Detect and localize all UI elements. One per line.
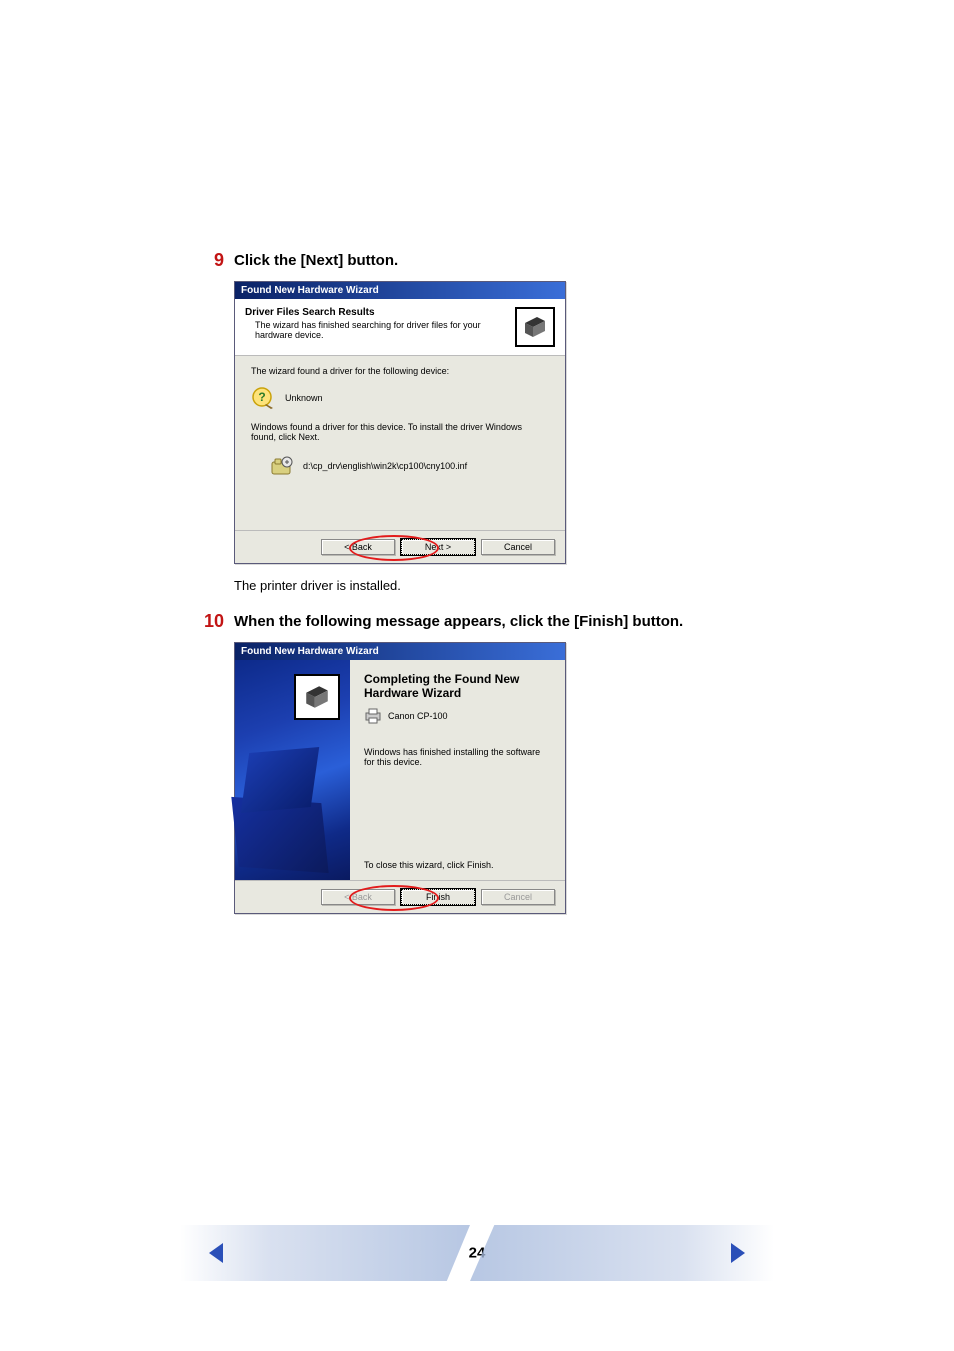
inf-file-icon — [271, 456, 293, 476]
prev-page-button[interactable] — [205, 1241, 225, 1265]
back-button-label: < Back — [344, 542, 372, 552]
back-button-2-label: < Back — [344, 892, 372, 902]
wizard-dialog-driver-results: Found New Hardware Wizard Driver Files S… — [234, 281, 566, 564]
unknown-device-icon: ? — [251, 386, 275, 410]
wizard-dialog-completing: Found New Hardware Wizard Completing the… — [234, 642, 566, 914]
next-button-label: Next > — [425, 542, 451, 552]
inf-path: d:\cp_drv\english\win2k\cp100\cny100.inf — [303, 461, 467, 471]
wizard-found-driver-line: Windows found a driver for this device. … — [251, 422, 549, 442]
cancel-button-2-label: Cancel — [504, 892, 532, 902]
next-button[interactable]: Next > — [401, 539, 475, 555]
step-9-result: The printer driver is installed. — [234, 578, 760, 593]
step-title-10: When the following message appears, clic… — [234, 611, 683, 630]
wizard-side-graphic — [235, 660, 350, 880]
wizard-header-subtitle: The wizard has finished searching for dr… — [255, 320, 515, 340]
wizard-titlebar: Found New Hardware Wizard — [235, 282, 565, 299]
next-page-button[interactable] — [729, 1241, 749, 1265]
step-number-9: 9 — [200, 250, 224, 271]
cancel-button-2: Cancel — [481, 889, 555, 905]
hardware-icon — [515, 307, 555, 347]
wizard2-close-hint: To close this wizard, click Finish. — [364, 860, 494, 870]
printer-icon — [364, 707, 382, 725]
wizard-header-title: Driver Files Search Results — [245, 307, 515, 318]
arrow-right-icon — [729, 1241, 749, 1265]
arrow-left-icon — [205, 1241, 225, 1265]
wizard2-title: Completing the Found New Hardware Wizard — [364, 672, 551, 701]
wizard2-message: Windows has finished installing the soft… — [364, 747, 551, 767]
finish-button[interactable]: Finish — [401, 889, 475, 905]
finish-button-label: Finish — [426, 892, 450, 902]
cancel-button[interactable]: Cancel — [481, 539, 555, 555]
step-number-10: 10 — [200, 611, 224, 632]
back-button[interactable]: < Back — [321, 539, 395, 555]
svg-text:?: ? — [258, 390, 265, 404]
wizard2-device-name: Canon CP-100 — [388, 711, 448, 721]
wizard-found-line: The wizard found a driver for the follow… — [251, 366, 549, 376]
wizard2-titlebar: Found New Hardware Wizard — [235, 643, 565, 660]
hardware-icon — [294, 674, 340, 720]
cancel-button-label: Cancel — [504, 542, 532, 552]
page-footer: 24 — [0, 1225, 954, 1281]
step-title-9: Click the [Next] button. — [234, 250, 398, 269]
device-name-unknown: Unknown — [285, 393, 323, 403]
back-button-2: < Back — [321, 889, 395, 905]
